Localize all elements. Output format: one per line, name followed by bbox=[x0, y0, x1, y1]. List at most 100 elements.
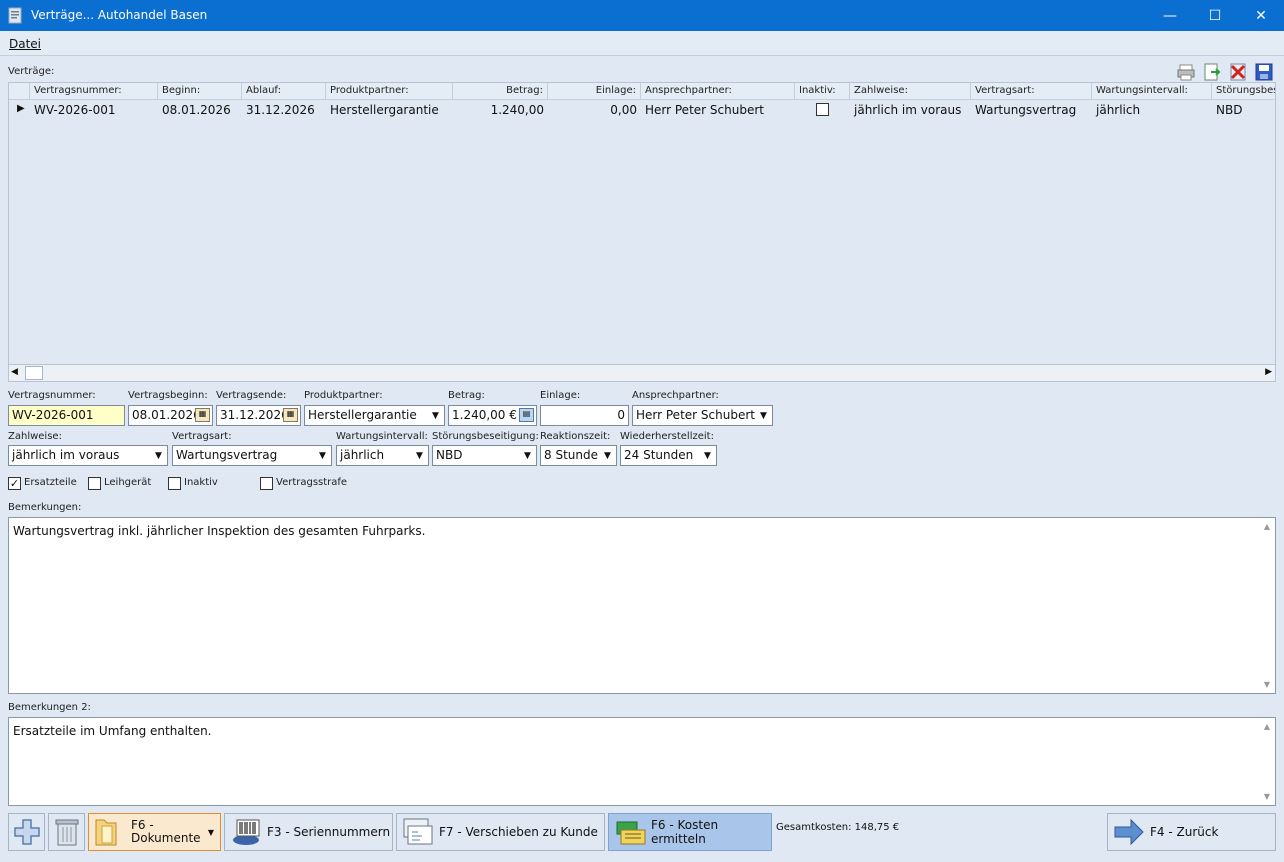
bemerkungen2-scrollbar[interactable]: ▲ ▼ bbox=[1259, 718, 1275, 805]
col-ansprechpartner[interactable]: Ansprechpartner: bbox=[641, 83, 795, 100]
scroll-left-icon[interactable]: ◀ bbox=[11, 367, 18, 377]
save-icon[interactable] bbox=[1254, 62, 1274, 82]
label-stoerungsbeseitigung: Störungsbeseitigung: bbox=[432, 431, 539, 442]
cell-intervall: jährlich bbox=[1096, 103, 1141, 117]
gesamtkosten-text: Gesamtkosten: 148,75 € bbox=[776, 822, 900, 833]
vertragsbeginn-input[interactable]: 08.01.2026 ▦ bbox=[128, 405, 213, 426]
ansprechpartner-value: Herr Peter Schubert bbox=[636, 408, 755, 422]
export-icon[interactable] bbox=[1202, 62, 1222, 82]
ansprechpartner-select[interactable]: Herr Peter Schubert ▼ bbox=[632, 405, 773, 426]
cell-betrag: 1.240,00 bbox=[490, 103, 544, 117]
calendar-icon[interactable]: ▦ bbox=[283, 408, 298, 422]
chevron-down-icon[interactable]: ▼ bbox=[699, 446, 716, 465]
wiederherstellzeit-select[interactable]: 24 Stunden ▼ bbox=[620, 445, 717, 466]
wiederherstellzeit-value: 24 Stunden bbox=[624, 448, 694, 462]
menu-bar: Datei bbox=[0, 31, 1284, 56]
bemerkungen2-textarea[interactable]: Ersatzteile im Umfang enthalten. ▲ ▼ bbox=[8, 717, 1276, 806]
vertragsbeginn-value: 08.01.2026 bbox=[132, 408, 201, 422]
produktpartner-value: Herstellergarantie bbox=[308, 408, 417, 422]
close-button[interactable]: ✕ bbox=[1238, 0, 1284, 31]
kosten-button[interactable]: F6 - Kosten ermitteln bbox=[608, 813, 772, 851]
col-vertragsart[interactable]: Vertragsart: bbox=[971, 83, 1092, 100]
bemerkungen2-text: Ersatzteile im Umfang enthalten. bbox=[13, 724, 212, 738]
inaktiv-checkbox[interactable] bbox=[168, 477, 181, 490]
verschieben-button[interactable]: F7 - Verschieben zu Kunde bbox=[396, 813, 605, 851]
chevron-down-icon[interactable]: ▼ bbox=[314, 446, 331, 465]
minimize-button[interactable]: — bbox=[1147, 0, 1193, 31]
label-einlage: Einlage: bbox=[540, 390, 581, 401]
dropdown-arrow-icon[interactable]: ▼ bbox=[208, 828, 214, 837]
chevron-down-icon[interactable]: ▼ bbox=[150, 446, 167, 465]
vertragsstrafe-checkbox[interactable] bbox=[260, 477, 273, 490]
einlage-input[interactable]: 0 bbox=[540, 405, 629, 426]
col-inaktiv[interactable]: Inaktiv: bbox=[795, 83, 850, 100]
vertragsart-value: Wartungsvertrag bbox=[176, 448, 278, 462]
col-einlage[interactable]: Einlage: bbox=[548, 83, 641, 100]
vertraege-grid[interactable]: Vertragsnummer: Beginn: Ablauf: Produktp… bbox=[8, 82, 1276, 382]
vertragsstrafe-label: Vertragsstrafe bbox=[276, 477, 348, 488]
col-zahlweise[interactable]: Zahlweise: bbox=[850, 83, 971, 100]
bemerkungen-scrollbar[interactable]: ▲ ▼ bbox=[1259, 518, 1275, 693]
label-betrag: Betrag: bbox=[448, 390, 485, 401]
trash-button[interactable] bbox=[48, 813, 85, 851]
calculator-icon[interactable]: ▤ bbox=[519, 408, 534, 422]
scroll-down-icon[interactable]: ▼ bbox=[1259, 680, 1275, 689]
col-wartungsintervall[interactable]: Wartungsintervall: bbox=[1092, 83, 1212, 100]
scroll-thumb[interactable] bbox=[25, 366, 43, 380]
row-indicator-icon: ▶ bbox=[17, 103, 25, 114]
betrag-input[interactable]: 1.240,00 € ▤ bbox=[448, 405, 537, 426]
chevron-down-icon[interactable]: ▼ bbox=[427, 406, 444, 425]
wartungsintervall-select[interactable]: jährlich ▼ bbox=[336, 445, 429, 466]
maximize-button[interactable]: ☐ bbox=[1192, 0, 1238, 31]
label-vertragsbeginn: Vertragsbeginn: bbox=[128, 390, 208, 401]
kosten-label: F6 - Kosten ermitteln bbox=[651, 818, 719, 846]
zahlweise-select[interactable]: jährlich im voraus ▼ bbox=[8, 445, 168, 466]
vertragsnummer-input[interactable]: WV-2026-001 bbox=[8, 405, 125, 426]
ersatzteile-checkbox[interactable]: ✓ bbox=[8, 477, 21, 490]
cell-beginn: 08.01.2026 bbox=[162, 103, 231, 117]
stoerungsbeseitigung-select[interactable]: NBD ▼ bbox=[432, 445, 537, 466]
col-vertragsnummer[interactable]: Vertragsnummer: bbox=[30, 83, 158, 100]
chevron-down-icon[interactable]: ▼ bbox=[411, 446, 428, 465]
cell-zahlweise: jährlich im voraus bbox=[854, 103, 962, 117]
delete-icon[interactable] bbox=[1228, 62, 1248, 82]
printer-icon[interactable] bbox=[1176, 62, 1196, 82]
col-produktpartner[interactable]: Produktpartner: bbox=[326, 83, 453, 100]
vertragsende-input[interactable]: 31.12.2026 ▦ bbox=[216, 405, 301, 426]
col-stoerungsbeseitigung[interactable]: Störungsbes bbox=[1212, 83, 1275, 100]
leihgeraet-checkbox[interactable] bbox=[88, 477, 101, 490]
dokumente-button[interactable]: F6 - Dokumente ▼ bbox=[88, 813, 221, 851]
chevron-down-icon[interactable]: ▼ bbox=[599, 446, 616, 465]
zahlweise-value: jährlich im voraus bbox=[12, 448, 120, 462]
bemerkungen2-label: Bemerkungen 2: bbox=[8, 702, 91, 713]
cell-vertragsart: Wartungsvertrag bbox=[975, 103, 1077, 117]
vertragsart-select[interactable]: Wartungsvertrag ▼ bbox=[172, 445, 332, 466]
cell-ablauf: 31.12.2026 bbox=[246, 103, 315, 117]
menu-datei[interactable]: Datei bbox=[9, 37, 41, 51]
produktpartner-select[interactable]: Herstellergarantie ▼ bbox=[304, 405, 445, 426]
chevron-down-icon[interactable]: ▼ bbox=[519, 446, 536, 465]
zurueck-button[interactable]: F4 - Zurück bbox=[1107, 813, 1276, 851]
seriennummern-label: F3 - Seriennummern bbox=[267, 825, 391, 839]
money-icon bbox=[616, 821, 646, 845]
col-betrag[interactable]: Betrag: bbox=[453, 83, 548, 100]
scroll-down-icon[interactable]: ▼ bbox=[1259, 792, 1275, 801]
scroll-up-icon[interactable]: ▲ bbox=[1259, 722, 1275, 731]
trash-icon bbox=[55, 819, 78, 846]
bemerkungen-textarea[interactable]: Wartungsvertrag inkl. jährlicher Inspekt… bbox=[8, 517, 1276, 694]
chevron-down-icon[interactable]: ▼ bbox=[755, 406, 772, 425]
scroll-right-icon[interactable]: ▶ bbox=[1265, 367, 1272, 377]
cell-einlage: 0,00 bbox=[610, 103, 637, 117]
add-button[interactable] bbox=[8, 813, 45, 851]
reaktionszeit-select[interactable]: 8 Stunden ▼ bbox=[540, 445, 617, 466]
label-reaktionszeit: Reaktionszeit: bbox=[540, 431, 611, 442]
calendar-icon[interactable]: ▦ bbox=[195, 408, 210, 422]
col-beginn[interactable]: Beginn: bbox=[158, 83, 242, 100]
label-produktpartner: Produktpartner: bbox=[304, 390, 383, 401]
horizontal-scrollbar[interactable]: ◀ ▶ bbox=[8, 364, 1276, 382]
app-icon bbox=[8, 7, 22, 24]
cell-inaktiv-checkbox[interactable] bbox=[816, 103, 829, 116]
seriennummern-button[interactable]: F3 - Seriennummern bbox=[224, 813, 393, 851]
col-ablauf[interactable]: Ablauf: bbox=[242, 83, 326, 100]
scroll-up-icon[interactable]: ▲ bbox=[1259, 522, 1275, 531]
